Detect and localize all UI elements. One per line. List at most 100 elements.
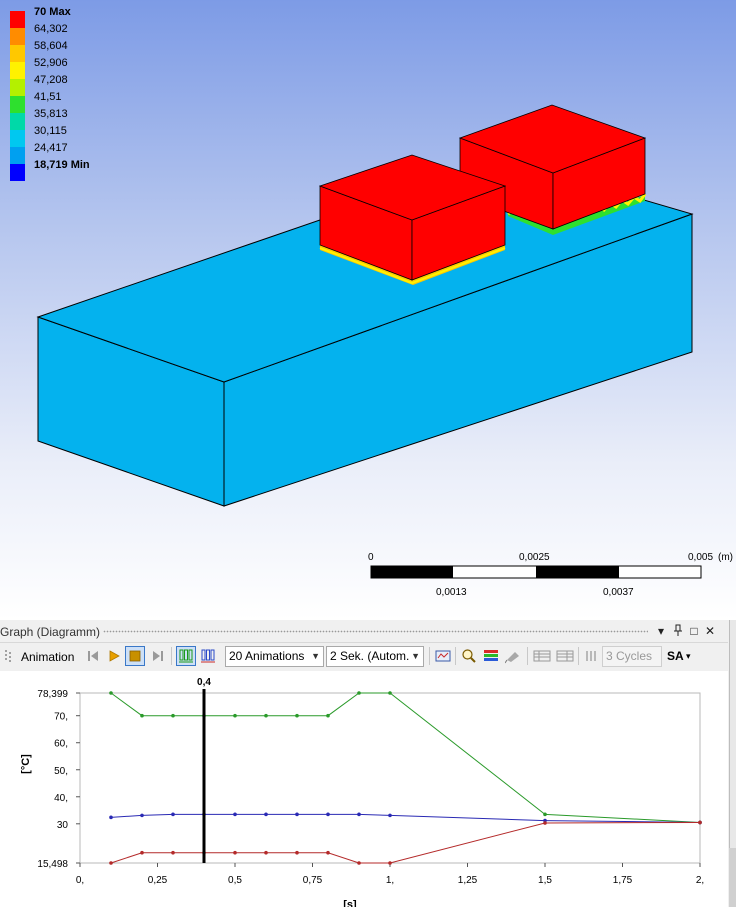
zoom-to-fit-button[interactable]: [459, 646, 479, 666]
scale-tick-label: 0,005: [688, 552, 714, 563]
dropdown-arrow-icon: ▼: [411, 651, 420, 661]
play-button[interactable]: [104, 646, 124, 666]
panel-dropdown-icon[interactable]: ▾: [655, 624, 667, 638]
x-tick-label: 0,5: [228, 875, 242, 886]
time-marker-label: 0,4: [197, 677, 211, 688]
legend-swatch: [10, 147, 25, 164]
scale-tick-label: 0: [368, 552, 374, 563]
legend-label: 52,906: [34, 57, 68, 69]
data-point: [295, 850, 299, 855]
keyframe-list-button[interactable]: [555, 646, 575, 666]
frames-select-value: 20 Animations: [229, 649, 305, 663]
scale-bar: 0 0,0025 0,005 (m) 0,0013 0,0037: [360, 548, 736, 608]
legend-swatch: [10, 28, 25, 45]
result-sets-mode-button[interactable]: [198, 646, 218, 666]
cycle-loop-button[interactable]: [582, 646, 602, 666]
title-grip[interactable]: [103, 630, 648, 633]
scale-bar-graphic: [370, 565, 702, 579]
stop-icon: [129, 650, 141, 662]
legend-row: 18,719 Min: [10, 159, 110, 181]
legend-swatch: [10, 96, 25, 113]
y-tick-label: 78,399: [37, 689, 68, 700]
y-tick-label: 40,: [54, 793, 68, 804]
temperature-chart[interactable]: 15,498 30 40, 50, 60, 70, 78,399 0, 0,25 0,5 0,75 1…: [0, 671, 728, 911]
data-point: [264, 812, 268, 817]
skip-back-icon: [88, 651, 98, 661]
data-point: [388, 861, 392, 865]
legend-label: 58,604: [34, 40, 68, 52]
3d-viewport[interactable]: 70 Max 64,302 58,604 52,906 47,208 41,51…: [0, 0, 736, 620]
data-point: [388, 813, 392, 818]
frames-select[interactable]: 20 Animations ▼: [225, 646, 324, 667]
data-point: [140, 850, 144, 855]
data-point: [326, 812, 330, 817]
cycles-select[interactable]: 3 Cycles: [602, 646, 662, 667]
pin-icon[interactable]: [672, 624, 684, 639]
data-point: [357, 861, 361, 865]
close-icon[interactable]: ✕: [704, 624, 716, 638]
legend-swatch: [10, 62, 25, 79]
y-tick-label: 70,: [54, 712, 68, 723]
x-tick-label: 0,: [76, 875, 84, 886]
toolbar-separator: [578, 647, 579, 665]
data-point: [140, 813, 144, 818]
previous-frame-button[interactable]: [83, 646, 103, 666]
toolbar-separator: [171, 647, 172, 665]
animation-toolbar: Animation 20 Animations ▼ 2 Sek. (Autom. ▼: [0, 643, 728, 669]
probe-button[interactable]: [503, 646, 523, 666]
data-point: [171, 812, 175, 817]
data-point: [326, 713, 330, 718]
export-video-button[interactable]: [433, 646, 453, 666]
data-point: [109, 861, 113, 865]
y-axis-label: [°C]: [20, 754, 32, 774]
legend-swatch: [10, 45, 25, 62]
distributed-mode-button[interactable]: [176, 646, 196, 666]
stop-button[interactable]: [125, 646, 145, 666]
data-point: [264, 850, 268, 855]
toolbar-grip-icon[interactable]: [4, 649, 12, 663]
data-point: [233, 713, 237, 718]
magnifier-icon: [462, 649, 476, 663]
legend-label: 18,719 Min: [34, 159, 90, 171]
data-point: [109, 815, 113, 820]
data-point: [109, 691, 113, 695]
x-tick-label: 1,5: [538, 875, 552, 886]
x-tick-label: 1,: [386, 875, 394, 886]
legend-label: 41,51: [34, 91, 62, 103]
data-point: [233, 812, 237, 817]
y-tick-label: 60,: [54, 739, 68, 750]
legend-label: 70 Max: [34, 6, 71, 18]
model-scene[interactable]: [0, 0, 736, 620]
maximize-icon[interactable]: □: [688, 624, 700, 638]
next-frame-button[interactable]: [148, 646, 168, 666]
sa-label[interactable]: SA: [667, 649, 684, 663]
cycles-select-value: 3 Cycles: [606, 649, 653, 663]
skip-forward-icon: [153, 651, 163, 661]
side-scrollbar[interactable]: [729, 848, 736, 907]
keyframe-button[interactable]: [532, 646, 552, 666]
y-tick-label: 15,498: [37, 859, 68, 870]
legend-label: 30,115: [34, 125, 67, 137]
contour-colors-button[interactable]: [481, 646, 501, 666]
panel-title-bar: Graph (Diagramm) ▾ □ ✕: [0, 620, 728, 643]
distributed-frames-icon: [179, 649, 193, 663]
data-point: [171, 713, 175, 718]
legend-label: 35,813: [34, 108, 68, 120]
sa-dropdown-icon[interactable]: ▾: [686, 651, 691, 662]
scale-tick-label: 0,0025: [519, 552, 550, 563]
x-tick-label: 0,25: [148, 875, 168, 886]
graph-area[interactable]: 15,498 30 40, 50, 60, 70, 78,399 0, 0,25 0,5 0,75 1…: [0, 671, 728, 911]
y-tick-label: 50,: [54, 766, 68, 777]
legend-label: 24,417: [34, 142, 68, 154]
scale-tick-label: 0,0037: [603, 587, 634, 598]
loop-icon: [586, 651, 596, 661]
duration-select[interactable]: 2 Sek. (Autom. ▼: [326, 646, 424, 667]
legend-swatch: [10, 164, 25, 181]
export-video-icon: [435, 650, 451, 662]
data-point: [543, 812, 547, 817]
data-point: [233, 850, 237, 855]
data-point: [543, 821, 547, 825]
data-point: [388, 691, 392, 695]
x-tick-label: 1,75: [613, 875, 633, 886]
legend-label: 47,208: [34, 74, 68, 86]
